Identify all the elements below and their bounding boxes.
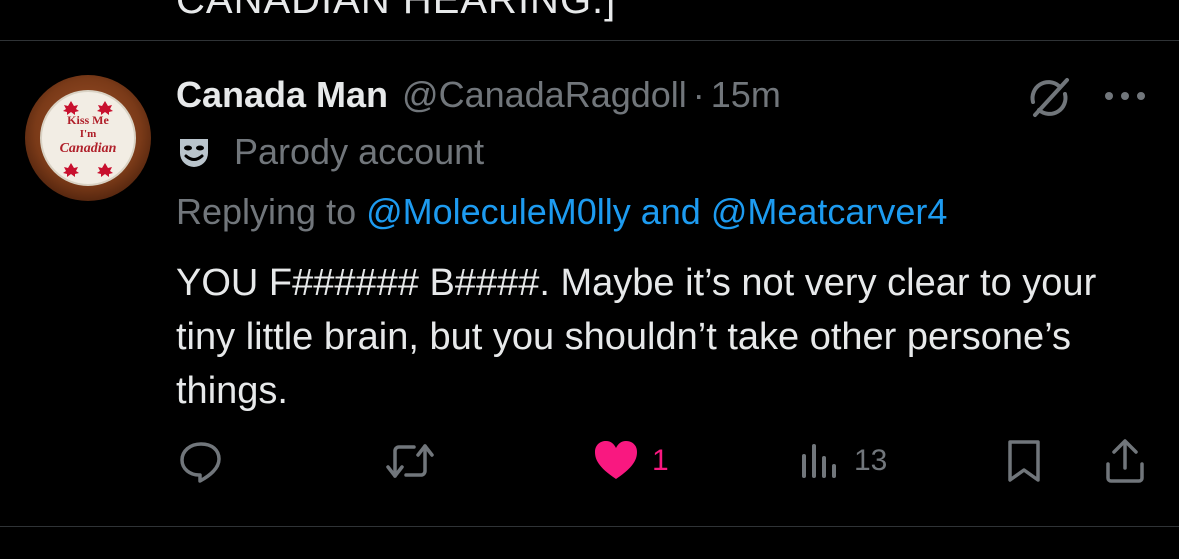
grok-icon[interactable] xyxy=(1026,75,1072,121)
views-count: 13 xyxy=(854,444,888,477)
replying-to-row: Replying to @MoleculeM0lly and @Meatcarv… xyxy=(176,190,947,234)
reply-icon xyxy=(180,442,221,483)
views-icon xyxy=(802,444,836,478)
tweet-actions: 1 13 xyxy=(176,436,1151,486)
like-count: 1 xyxy=(652,444,669,477)
share-icon xyxy=(1106,439,1144,483)
parody-mask-icon xyxy=(180,139,208,167)
divider-bottom xyxy=(0,526,1179,527)
views-button[interactable]: 13 xyxy=(798,436,887,486)
like-button[interactable]: 1 xyxy=(592,436,669,486)
separator-dot: · xyxy=(692,74,705,115)
tweet-header: Canada Man @CanadaRagdoll · 15m xyxy=(176,72,781,118)
avatar-badge-image: Kiss Me I'm Canadian xyxy=(25,75,151,201)
reply-mention-2[interactable]: @Meatcarver4 xyxy=(711,191,948,233)
retweet-icon xyxy=(386,444,434,478)
parody-label-row: Parody account xyxy=(176,130,484,174)
more-options-icon[interactable] xyxy=(1102,82,1148,110)
reply-button[interactable] xyxy=(176,436,238,486)
display-name[interactable]: Canada Man xyxy=(176,74,388,116)
tweet-text: YOU F###### B####. Maybe it’s not very c… xyxy=(176,262,1097,412)
replying-to-prefix: Replying to xyxy=(176,191,357,232)
reply-joiner: and xyxy=(640,191,701,232)
bookmark-button[interactable] xyxy=(1002,436,1046,486)
divider-top xyxy=(0,40,1179,41)
parody-label: Parody account xyxy=(234,131,485,172)
bookmark-icon xyxy=(1008,440,1040,482)
avatar-line-3: Canadian xyxy=(60,141,117,156)
previous-tweet-text-tail: CANADIAN HEARING.] xyxy=(176,0,617,22)
avatar-line-1: Kiss Me xyxy=(67,113,109,127)
timestamp[interactable]: 15m xyxy=(711,74,781,116)
user-handle[interactable]: @CanadaRagdoll xyxy=(402,74,687,116)
heart-icon xyxy=(595,441,637,479)
share-button[interactable] xyxy=(1102,436,1148,486)
retweet-button[interactable] xyxy=(384,436,448,486)
avatar-line-2: I'm xyxy=(80,128,97,140)
reply-mention-1[interactable]: @MoleculeM0lly xyxy=(366,191,631,233)
avatar[interactable]: Kiss Me I'm Canadian xyxy=(25,75,151,201)
